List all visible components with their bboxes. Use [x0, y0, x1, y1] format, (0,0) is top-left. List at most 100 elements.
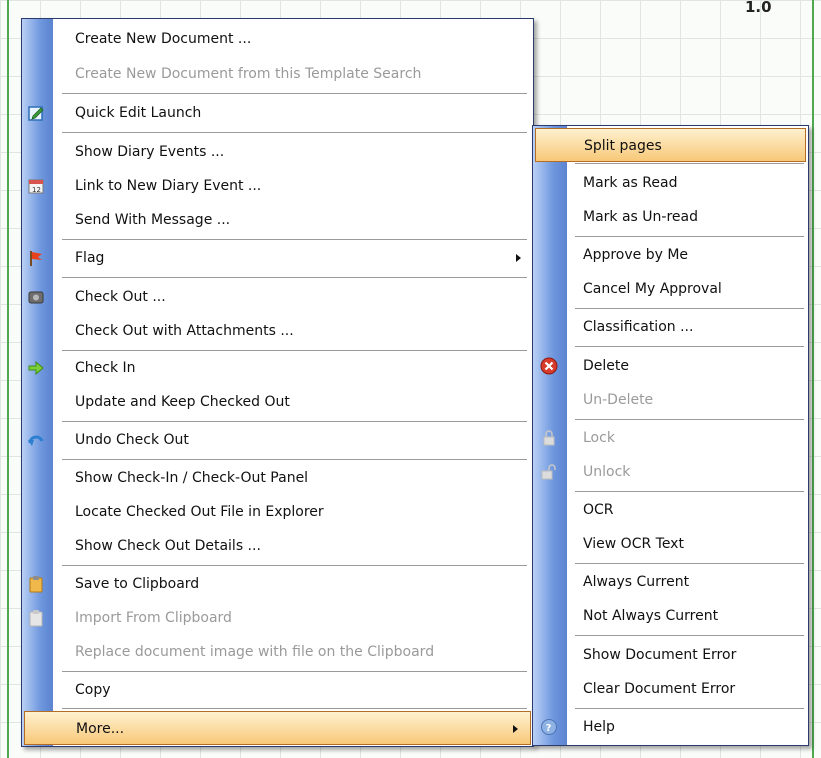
undo-icon: [27, 431, 45, 449]
menu-item-quick-edit-launch[interactable]: Quick Edit Launch: [22, 96, 533, 130]
menu-separator: [62, 421, 527, 422]
menu-item-label: Flag: [75, 250, 105, 266]
menu-item-locate-checked-out-file[interactable]: Locate Checked Out File in Explorer: [22, 495, 533, 529]
help-icon: ?: [540, 718, 558, 736]
menu-item-more[interactable]: More...: [24, 711, 531, 745]
context-menu: Create New Document ... Create New Docum…: [21, 18, 534, 747]
menu-separator: [575, 308, 804, 309]
menu-item-link-to-new-diary-event[interactable]: 12 Link to New Diary Event ...: [22, 169, 533, 203]
menu-item-label: Always Current: [583, 574, 690, 590]
background-corner-value: 1.0: [745, 0, 772, 16]
menu-item-label: Copy: [75, 682, 111, 698]
menu-item-label: Check In: [75, 360, 136, 376]
submenu-item-approve-by-me[interactable]: Approve by Me: [533, 238, 808, 272]
menu-item-label: Show Document Error: [583, 647, 737, 663]
menu-item-import-from-clipboard[interactable]: Import From Clipboard: [22, 601, 533, 635]
menu-item-check-out[interactable]: Check Out ...: [22, 280, 533, 314]
menu-item-replace-document-image[interactable]: Replace document image with file on the …: [22, 635, 533, 669]
quick-edit-icon: [27, 104, 45, 122]
submenu-arrow-icon: [513, 725, 518, 733]
menu-item-send-with-message[interactable]: Send With Message ...: [22, 203, 533, 237]
submenu-item-classification[interactable]: Classification ...: [533, 310, 808, 344]
lock-icon: [540, 429, 558, 447]
submenu-item-lock[interactable]: Lock: [533, 421, 808, 455]
submenu-item-show-document-error[interactable]: Show Document Error: [533, 638, 808, 672]
menu-item-label: Check Out with Attachments ...: [75, 323, 294, 339]
submenu-item-ocr[interactable]: OCR: [533, 493, 808, 527]
menu-item-label: Show Check Out Details ...: [75, 538, 261, 554]
menu-item-label: Delete: [583, 358, 629, 374]
menu-item-label: Quick Edit Launch: [75, 105, 202, 121]
menu-separator: [62, 132, 527, 133]
menu-separator: [575, 236, 804, 237]
window-frame-right: [812, 0, 814, 758]
svg-text:12: 12: [32, 186, 41, 194]
menu-item-label: Un-Delete: [583, 392, 654, 408]
menu-item-show-diary-events[interactable]: Show Diary Events ...: [22, 135, 533, 169]
check-out-icon: [27, 288, 45, 306]
calendar-icon: 12: [27, 177, 45, 195]
menu-item-label: Import From Clipboard: [75, 610, 232, 626]
menu-item-label: Show Check-In / Check-Out Panel: [75, 470, 309, 486]
submenu-item-mark-as-read[interactable]: Mark as Read: [533, 166, 808, 200]
submenu-item-mark-as-unread[interactable]: Mark as Un-read: [533, 200, 808, 234]
menu-item-label: Split pages: [584, 138, 662, 154]
submenu-item-cancel-my-approval[interactable]: Cancel My Approval: [533, 272, 808, 306]
menu-separator: [62, 565, 527, 566]
menu-item-update-and-keep-checked-out[interactable]: Update and Keep Checked Out: [22, 385, 533, 419]
menu-separator: [62, 671, 527, 672]
menu-item-label: Clear Document Error: [583, 681, 736, 697]
menu-item-create-from-template-search[interactable]: Create New Document from this Template S…: [22, 57, 533, 91]
menu-separator: [62, 239, 527, 240]
menu-item-check-out-with-attachments[interactable]: Check Out with Attachments ...: [22, 314, 533, 348]
menu-item-label: Approve by Me: [583, 247, 689, 263]
menu-item-label: Locate Checked Out File in Explorer: [75, 504, 324, 520]
unlock-icon: [540, 463, 558, 481]
menu-item-label: Update and Keep Checked Out: [75, 394, 290, 410]
menu-separator: [575, 563, 804, 564]
menu-item-label: Create New Document ...: [75, 31, 252, 47]
menu-item-label: Create New Document from this Template S…: [75, 66, 422, 82]
menu-item-label: Mark as Read: [583, 175, 678, 191]
menu-item-label: Save to Clipboard: [75, 576, 200, 592]
menu-item-label: Check Out ...: [75, 289, 166, 305]
menu-separator: [575, 635, 804, 636]
menu-item-label: Send With Message ...: [75, 212, 231, 228]
more-submenu: Split pages Mark as Read Mark as Un-read…: [532, 125, 809, 746]
submenu-item-un-delete[interactable]: Un-Delete: [533, 383, 808, 417]
menu-item-create-new-document[interactable]: Create New Document ...: [22, 22, 533, 56]
menu-item-label: Show Diary Events ...: [75, 144, 225, 160]
submenu-item-view-ocr-text[interactable]: View OCR Text: [533, 527, 808, 561]
menu-item-check-in[interactable]: Check In: [22, 351, 533, 385]
menu-item-undo-check-out[interactable]: Undo Check Out: [22, 423, 533, 457]
menu-item-label: Link to New Diary Event ...: [75, 178, 262, 194]
menu-item-show-check-in-check-out-panel[interactable]: Show Check-In / Check-Out Panel: [22, 461, 533, 495]
menu-separator: [575, 708, 804, 709]
submenu-item-clear-document-error[interactable]: Clear Document Error: [533, 672, 808, 706]
menu-item-label: Cancel My Approval: [583, 281, 722, 297]
submenu-item-delete[interactable]: Delete: [533, 349, 808, 383]
menu-item-label: View OCR Text: [583, 536, 684, 552]
submenu-item-not-always-current[interactable]: Not Always Current: [533, 599, 808, 633]
menu-item-label: Undo Check Out: [75, 432, 189, 448]
window-frame-left: [7, 0, 9, 758]
menu-item-flag[interactable]: Flag: [22, 241, 533, 275]
delete-icon: [540, 357, 558, 375]
submenu-item-unlock[interactable]: Unlock: [533, 455, 808, 489]
menu-item-label: More...: [76, 721, 125, 737]
svg-text:?: ?: [546, 723, 552, 734]
menu-item-save-to-clipboard[interactable]: Save to Clipboard: [22, 567, 533, 601]
menu-item-copy[interactable]: Copy: [22, 673, 533, 707]
menu-item-label: Replace document image with file on the …: [75, 644, 435, 660]
submenu-item-split-pages[interactable]: Split pages: [535, 128, 806, 162]
menu-item-show-check-out-details[interactable]: Show Check Out Details ...: [22, 529, 533, 563]
menu-item-label: Lock: [583, 430, 615, 446]
menu-separator: [62, 459, 527, 460]
menu-item-label: Unlock: [583, 464, 631, 480]
menu-separator: [575, 419, 804, 420]
menu-separator: [575, 491, 804, 492]
menu-separator: [575, 163, 804, 164]
submenu-item-help[interactable]: ? Help: [533, 710, 808, 744]
submenu-item-always-current[interactable]: Always Current: [533, 565, 808, 599]
flag-icon: [27, 249, 45, 267]
